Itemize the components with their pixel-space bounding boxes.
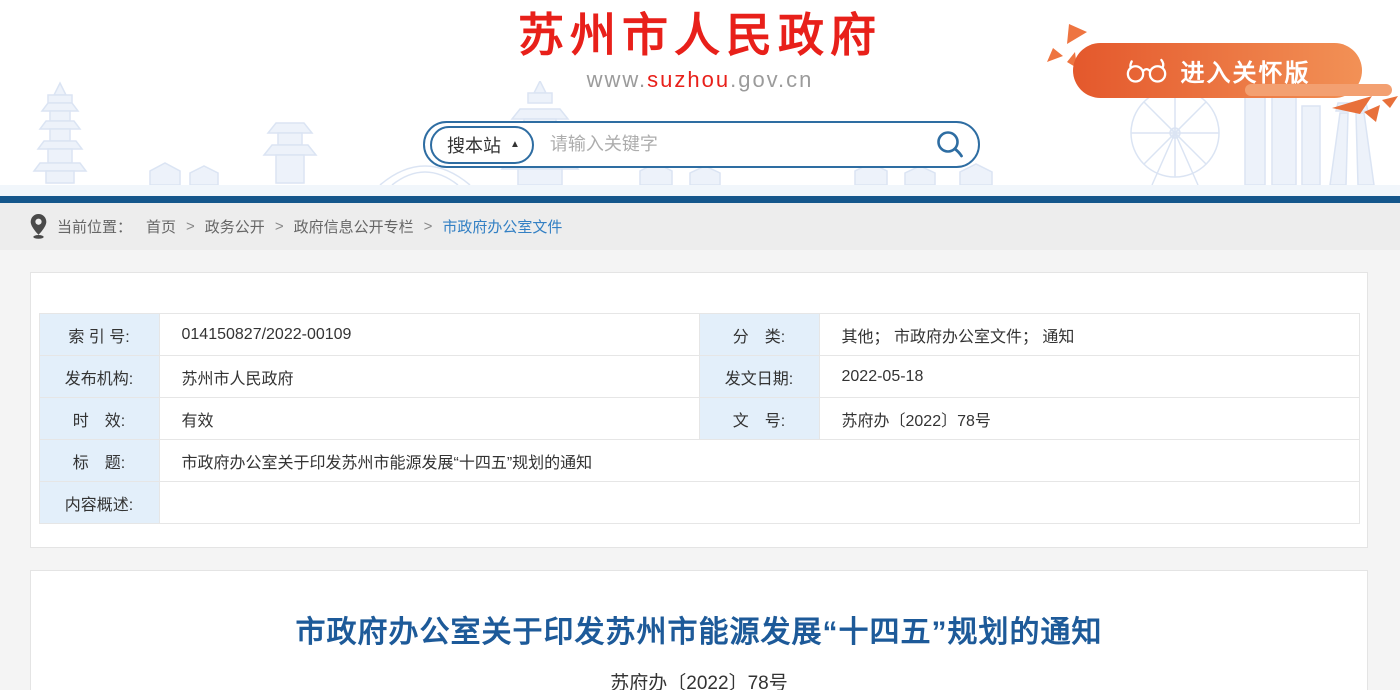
site-search-bar: 搜本站 ▲	[423, 121, 980, 168]
table-row: 索 引 号: 014150827/2022-00109 分 类: 其他； 市政府…	[39, 314, 1359, 356]
search-scope-label: 搜本站	[447, 132, 501, 158]
document-meta-table: 索 引 号: 014150827/2022-00109 分 类: 其他； 市政府…	[39, 313, 1360, 524]
search-scope-select[interactable]: 搜本站 ▲	[430, 126, 534, 164]
site-url-prefix: www.	[587, 67, 648, 92]
table-row: 时 效: 有效 文 号: 苏府办〔2022〕78号	[39, 398, 1359, 440]
breadcrumb-separator: >	[424, 218, 433, 235]
breadcrumb: 当前位置： 首页 > 政务公开 > 政府信息公开专栏 > 市政府办公室文件	[0, 203, 1400, 250]
meta-label-validity: 时 效:	[39, 398, 159, 440]
meta-value-validity: 有效	[159, 398, 699, 440]
document-article-card: 市政府办公室关于印发苏州市能源发展“十四五”规划的通知 苏府办〔2022〕78号	[30, 570, 1368, 690]
document-meta-card: 索 引 号: 014150827/2022-00109 分 类: 其他； 市政府…	[30, 272, 1368, 548]
orange-pill-decoration	[1245, 84, 1392, 96]
paper-plane-decoration	[1332, 96, 1398, 126]
site-header: 苏州市人民政府 www.suzhou.gov.cn 搜本站 ▲ 进入关怀版	[0, 0, 1400, 196]
meta-value-title: 市政府办公室关于印发苏州市能源发展“十四五”规划的通知	[159, 440, 1359, 482]
site-url-suffix: .gov.cn	[730, 67, 813, 92]
breadcrumb-separator: >	[186, 218, 195, 235]
location-pin-icon	[30, 214, 47, 239]
table-row: 内容概述:	[39, 482, 1359, 524]
meta-label-pub-date: 发文日期:	[699, 356, 819, 398]
search-button[interactable]	[934, 129, 966, 161]
meta-label-summary: 内容概述:	[39, 482, 159, 524]
meta-label-agency: 发布机构:	[39, 356, 159, 398]
table-row: 标 题: 市政府办公室关于印发苏州市能源发展“十四五”规划的通知	[39, 440, 1359, 482]
meta-value-index-no: 014150827/2022-00109	[159, 314, 699, 356]
meta-label-doc-no: 文 号:	[699, 398, 819, 440]
breadcrumb-prefix: 当前位置：	[57, 216, 132, 237]
meta-label-index-no: 索 引 号:	[39, 314, 159, 356]
glasses-icon	[1125, 58, 1169, 84]
article-title: 市政府办公室关于印发苏州市能源发展“十四五”规划的通知	[31, 571, 1367, 651]
breadcrumb-item-gov-affairs[interactable]: 政务公开	[205, 216, 265, 237]
breadcrumb-item-info-disclosure[interactable]: 政府信息公开专栏	[294, 216, 414, 237]
article-doc-number: 苏府办〔2022〕78号	[31, 668, 1367, 690]
breadcrumb-separator: >	[275, 218, 284, 235]
table-row: 发布机构: 苏州市人民政府 发文日期: 2022-05-18	[39, 356, 1359, 398]
header-divider-bar	[0, 196, 1400, 203]
meta-value-agency: 苏州市人民政府	[159, 356, 699, 398]
breadcrumb-item-current[interactable]: 市政府办公室文件	[442, 216, 562, 237]
search-icon	[935, 129, 965, 159]
meta-value-category: 其他； 市政府办公室文件； 通知	[819, 314, 1359, 356]
chevron-up-icon: ▲	[510, 140, 520, 150]
meta-value-summary	[159, 482, 1359, 524]
meta-value-pub-date: 2022-05-18	[819, 356, 1359, 398]
care-version-label: 进入关怀版	[1181, 53, 1311, 88]
meta-label-category: 分 类:	[699, 314, 819, 356]
meta-value-doc-no: 苏府办〔2022〕78号	[819, 398, 1359, 440]
site-url-highlight: suzhou	[647, 67, 730, 92]
breadcrumb-item-home[interactable]: 首页	[146, 216, 176, 237]
meta-label-title: 标 题:	[39, 440, 159, 482]
search-input[interactable]	[534, 134, 934, 155]
